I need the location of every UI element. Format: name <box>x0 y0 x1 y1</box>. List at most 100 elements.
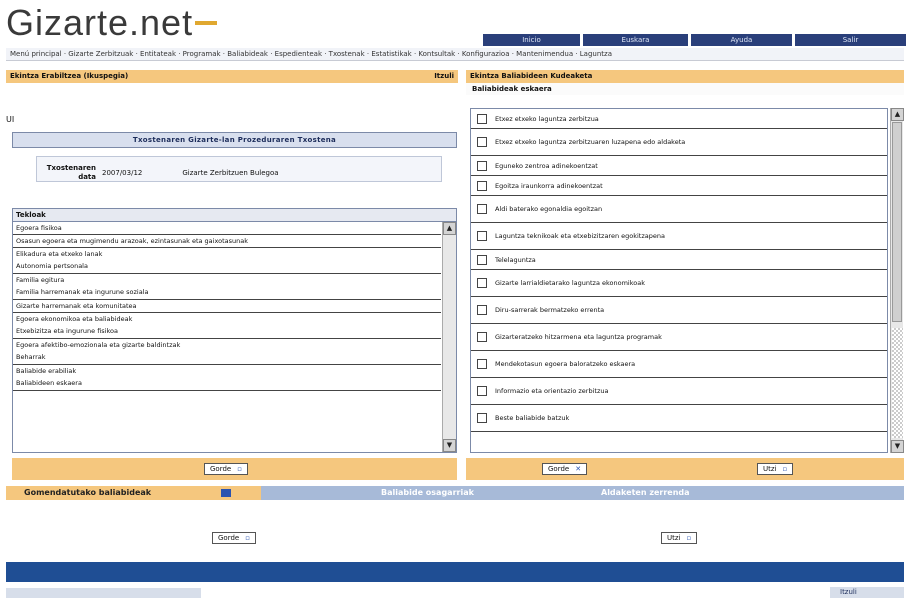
topics-list-header: Tekloak <box>13 209 456 222</box>
left-save-button[interactable]: Gorde ▫ <box>204 463 248 475</box>
resource-item[interactable]: Eguneko zentroa adinekoentzat <box>471 156 887 176</box>
back-link[interactable]: Itzuli <box>434 70 454 83</box>
tab-complementary-resources[interactable]: Baliabide osagarriak <box>261 486 481 500</box>
tab-recommended-resources[interactable]: Gomendatutako baliabideak <box>6 486 261 500</box>
resource-item-label: Informazio eta orientazio zerbitzua <box>495 387 609 395</box>
right-cancel-button-label: Utzi <box>763 465 777 473</box>
resource-item[interactable]: Mendekotasun egoera baloratzeko eskaera <box>471 351 887 378</box>
left-panel: Ekintza Erabiltzea (Ikuspegia) Itzuli UI… <box>6 70 458 480</box>
cancel-icon: ▫ <box>686 534 692 542</box>
dropdown-icon[interactable] <box>221 488 232 497</box>
list-item[interactable]: Osasun egoera eta mugimendu arazoak, ezi… <box>13 235 441 248</box>
resource-item[interactable]: Telelaguntza <box>471 250 887 270</box>
left-save-button-label: Gorde <box>210 465 232 473</box>
resource-item[interactable]: Gizarte larrialdietarako laguntza ekonom… <box>471 270 887 297</box>
tab-recommended-resources-label: Gomendatutako baliabideak <box>24 488 152 497</box>
logo[interactable]: Gizarte.net <box>6 2 219 44</box>
resources-list: Etxez etxeko laguntza zerbitzua Etxez et… <box>470 108 888 453</box>
right-save-button-label: Gorde <box>548 465 570 473</box>
logo-text: Gizarte.net <box>6 2 194 43</box>
resource-item-label: Laguntza teknikoak eta etxebizitzaren eg… <box>495 232 665 240</box>
section-mark: UI <box>6 115 15 124</box>
bottom-save-button[interactable]: Gorde ▫ <box>212 532 256 544</box>
list-item-line: Etxebizitza eta ingurune fisikoa <box>16 327 118 335</box>
top-nav-item-home[interactable]: Inicio <box>483 34 580 46</box>
resource-item[interactable]: Laguntza teknikoak eta etxebizitzaren eg… <box>471 223 887 250</box>
right-cancel-button[interactable]: Utzi ▫ <box>757 463 794 475</box>
resource-item[interactable]: Gizarteratzeko hitzarmena eta laguntza p… <box>471 324 887 351</box>
right-panel-footer: Gorde ✕ Utzi ▫ <box>466 458 904 480</box>
checkbox[interactable] <box>477 137 487 147</box>
checkbox[interactable] <box>477 305 487 315</box>
checkbox[interactable] <box>477 386 487 396</box>
checkbox[interactable] <box>477 180 487 191</box>
footer-strip <box>6 588 201 598</box>
resource-item-label: Gizarteratzeko hitzarmena eta laguntza p… <box>495 333 662 341</box>
checkbox[interactable] <box>477 359 487 369</box>
scroll-down-icon[interactable]: ▼ <box>443 439 456 452</box>
list-item-line: Autonomia pertsonala <box>16 262 88 270</box>
report-date-row: Txostenaren data 2007/03/12 Gizarte Zerb… <box>36 164 279 182</box>
footer-back-link[interactable]: Itzuli <box>830 587 904 598</box>
page: Gizarte.net Inicio Euskara Ayuda Salir M… <box>0 0 909 598</box>
resource-item-label: Beste baliabide batzuk <box>495 414 570 422</box>
resource-item[interactable]: Informazio eta orientazio zerbitzua <box>471 378 887 405</box>
resource-item-label: Eguneko zentroa adinekoentzat <box>495 161 598 170</box>
resources-scrollbar[interactable]: ▲ ▼ <box>890 108 904 453</box>
save-icon: ✕ <box>575 465 582 473</box>
left-panel-header-title: Ekintza Erabiltzea (Ikuspegia) <box>10 72 129 80</box>
list-item-line: Baliabide erabiliak <box>16 367 77 375</box>
bottom-tabs: Gomendatutako baliabideak Baliabide osag… <box>6 486 904 500</box>
topics-scrollbar[interactable]: ▲ ▼ <box>442 222 456 452</box>
list-item-line: Familia egitura <box>16 276 65 284</box>
resource-item-label: Etxez etxeko laguntza zerbitzua <box>495 114 599 123</box>
bottom-cancel-button-label: Utzi <box>667 534 681 542</box>
checkbox[interactable] <box>477 332 487 342</box>
resource-item[interactable]: Etxez etxeko laguntza zerbitzuaren luzap… <box>471 129 887 156</box>
list-item[interactable]: Gizarte harremanak eta komunitatea <box>13 300 441 313</box>
right-save-button[interactable]: Gorde ✕ <box>542 463 588 475</box>
scroll-down-icon[interactable]: ▼ <box>891 440 904 453</box>
checkbox[interactable] <box>477 254 487 265</box>
list-item[interactable]: Familia egitura Familia harremanak eta i… <box>13 274 441 300</box>
list-item-line: Elikadura eta etxeko lanak <box>16 250 103 258</box>
top-nav-item-logout[interactable]: Salir <box>795 34 906 46</box>
resource-item-label: Diru-sarrerak bermatzeko errenta <box>495 306 605 314</box>
scroll-track <box>892 328 903 438</box>
right-panel-title: Ekintza Baliabideen Kudeaketa <box>466 70 904 83</box>
resource-item[interactable]: Diru-sarrerak bermatzeko errenta <box>471 297 887 324</box>
resource-item[interactable]: Aldi baterako egonaldia egoitzan <box>471 196 887 223</box>
checkbox[interactable] <box>477 231 487 241</box>
left-panel-header: Ekintza Erabiltzea (Ikuspegia) Itzuli <box>6 70 458 83</box>
report-date-value: 2007/03/12 <box>102 169 143 177</box>
list-item[interactable]: Egoera fisikoa <box>13 222 441 235</box>
list-item[interactable]: Egoera ekonomikoa eta baliabideak Etxebi… <box>13 313 441 339</box>
resource-item[interactable]: Beste baliabide batzuk <box>471 405 887 432</box>
cancel-icon: ▫ <box>782 465 788 473</box>
scroll-up-icon[interactable]: ▲ <box>443 222 456 235</box>
top-nav-item-language[interactable]: Euskara <box>583 34 688 46</box>
checkbox[interactable] <box>477 413 487 423</box>
report-date-label: Txostenaren data <box>46 164 96 181</box>
scroll-thumb[interactable] <box>892 122 902 322</box>
top-nav-item-help[interactable]: Ayuda <box>691 34 792 46</box>
top-nav: Inicio Euskara Ayuda Salir <box>483 34 909 46</box>
list-item-line: Beharrak <box>16 353 46 361</box>
list-item-line: Baliabideen eskaera <box>16 379 82 387</box>
scroll-up-icon[interactable]: ▲ <box>891 108 904 121</box>
tab-changes-list[interactable]: Aldaketen zerrenda <box>481 486 690 500</box>
list-item[interactable]: Egoera afektibo-emozionala eta gizarte b… <box>13 339 441 365</box>
list-item[interactable]: Elikadura eta etxeko lanak Autonomia per… <box>13 248 441 274</box>
bottom-cancel-button[interactable]: Utzi ▫ <box>661 532 698 544</box>
checkbox[interactable] <box>477 278 487 288</box>
site-menu[interactable]: Menú principal · Gizarte Zerbitzuak · En… <box>6 48 904 61</box>
checkbox[interactable] <box>477 113 487 124</box>
resource-item-label: Gizarte larrialdietarako laguntza ekonom… <box>495 279 645 287</box>
resource-item[interactable]: Egoitza iraunkorra adinekoentzat <box>471 176 887 196</box>
resource-item[interactable]: Etxez etxeko laguntza zerbitzua <box>471 109 887 129</box>
checkbox[interactable] <box>477 204 487 214</box>
checkbox[interactable] <box>477 160 487 171</box>
bottom-navy-bar <box>6 562 904 582</box>
list-item[interactable]: Baliabide erabiliak Baliabideen eskaera <box>13 365 441 391</box>
resource-item-label: Mendekotasun egoera baloratzeko eskaera <box>495 360 636 368</box>
